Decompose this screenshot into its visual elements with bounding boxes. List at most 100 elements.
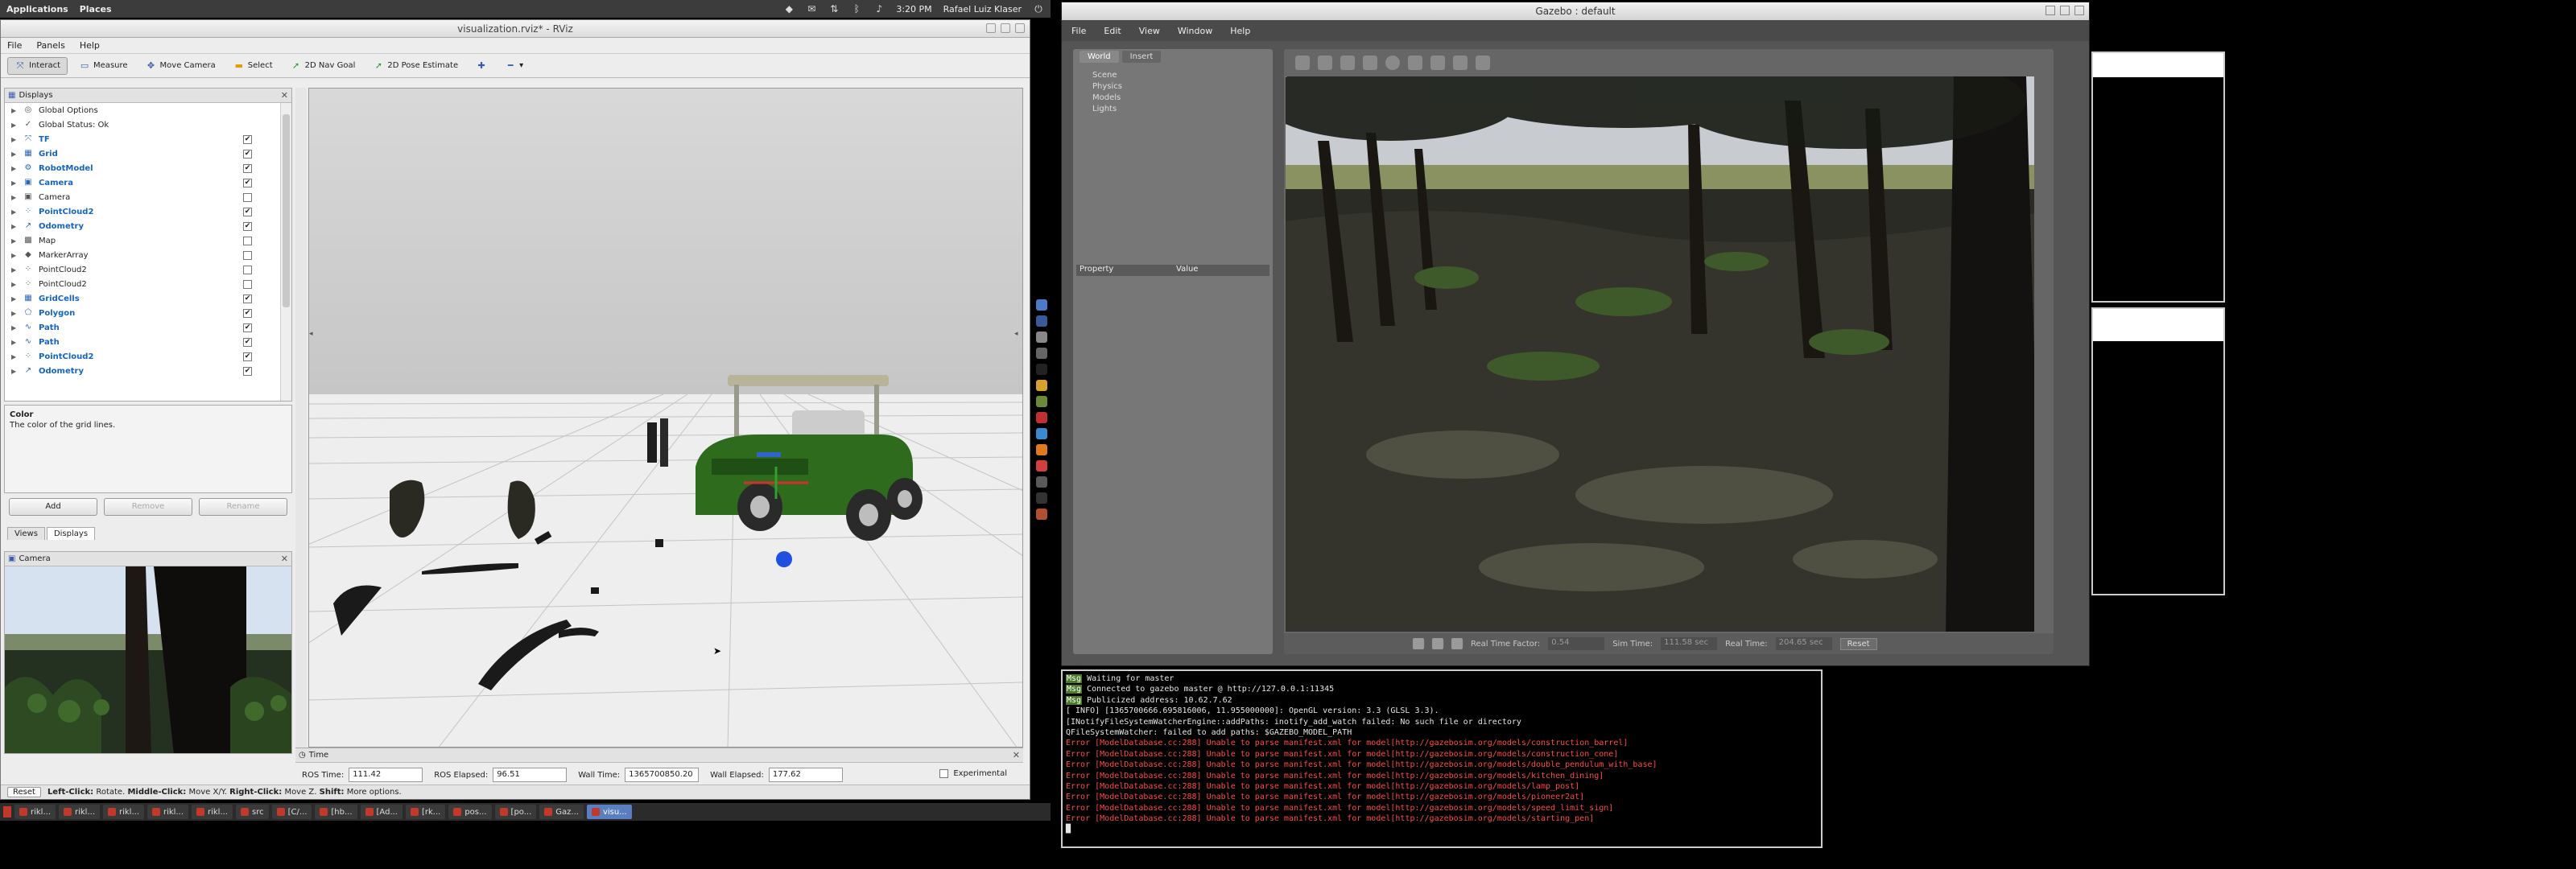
tab-world[interactable]: World	[1080, 51, 1119, 63]
ros-elapsed-field[interactable]: 96.51	[493, 768, 568, 782]
display-enabled-checkbox[interactable]: ✔	[243, 352, 252, 361]
gazebo-menu-view[interactable]: View	[1139, 26, 1160, 36]
taskbar-item[interactable]: Gaz...	[539, 805, 584, 819]
expand-arrow-icon[interactable]: ▶	[11, 208, 19, 216]
taskbar-item[interactable]: visu...	[586, 805, 632, 819]
launcher-monitor-icon[interactable]	[1036, 492, 1047, 504]
move-camera-tool-button[interactable]: ✥ Move Camera	[139, 58, 222, 74]
display-item[interactable]: ▶ ⤧ TF ✔	[5, 132, 280, 146]
launcher-terminal-icon[interactable]	[1036, 332, 1047, 343]
expand-arrow-icon[interactable]: ▶	[11, 237, 19, 245]
expand-arrow-icon[interactable]: ▶	[11, 179, 19, 187]
display-item[interactable]: ▶ ▣ Camera	[5, 190, 280, 204]
display-item[interactable]: ▶ ▦ Grid ✔	[5, 146, 280, 161]
experimental-toggle[interactable]: Experimental	[939, 769, 1007, 778]
expand-arrow-icon[interactable]: ▶	[11, 281, 19, 288]
expand-arrow-icon[interactable]: ▶	[11, 121, 19, 129]
display-enabled-checkbox[interactable]: ✔	[243, 134, 252, 144]
display-enabled-checkbox[interactable]: ✔	[243, 366, 252, 376]
close-icon[interactable]: ✕	[281, 554, 288, 564]
select-tool-button[interactable]: ▬ Select	[227, 58, 279, 74]
display-enabled-checkbox[interactable]	[243, 265, 252, 274]
taskbar-item[interactable]: rikl...	[192, 805, 233, 819]
expand-arrow-icon[interactable]: ▶	[11, 150, 19, 158]
collapse-right-icon[interactable]: ◂	[1014, 330, 1021, 346]
display-item[interactable]: ▶ ↗ Odometry ✔	[5, 219, 280, 233]
menu-file[interactable]: File	[7, 40, 22, 51]
taskbar-item[interactable]: rikl...	[59, 805, 100, 819]
display-item[interactable]: ▶ ⁘ PointCloud2	[5, 262, 280, 277]
launcher-globe-icon[interactable]	[1036, 315, 1047, 327]
expand-arrow-icon[interactable]: ▶	[11, 165, 19, 172]
display-item[interactable]: ▶ ✓ Global Status: Ok	[5, 117, 280, 132]
expand-arrow-icon[interactable]: ▶	[11, 194, 19, 201]
expand-arrow-icon[interactable]: ▶	[11, 353, 19, 360]
display-item[interactable]: ▶ ⁘ PointCloud2 ✔	[5, 349, 280, 364]
rotate-icon[interactable]	[1340, 56, 1355, 70]
maximize-button[interactable]	[1001, 23, 1010, 33]
launcher-app-icon[interactable]	[1036, 364, 1047, 375]
display-enabled-checkbox[interactable]: ✔	[243, 207, 252, 216]
gazebo-titlebar[interactable]: Gazebo : default	[1062, 2, 2089, 20]
display-enabled-checkbox[interactable]: ✔	[243, 178, 252, 187]
taskbar-item[interactable]: [hb...	[315, 805, 357, 819]
expand-arrow-icon[interactable]: ▶	[11, 310, 19, 317]
tree-item-scene[interactable]: Scene	[1092, 70, 1122, 81]
rename-button[interactable]: Rename	[199, 498, 287, 516]
gazebo-3d-view[interactable]: Real Time Factor: 0.54 Sim Time: 111.58 …	[1284, 49, 2054, 654]
add-button[interactable]: Add	[9, 498, 97, 516]
tab-insert[interactable]: Insert	[1121, 51, 1162, 63]
expand-arrow-icon[interactable]: ▶	[11, 136, 19, 143]
taskbar-item[interactable]: rikl...	[147, 805, 188, 819]
display-item[interactable]: ▶ ∿ Path ✔	[5, 335, 280, 349]
display-item[interactable]: ▶ ⚙ RobotModel ✔	[5, 161, 280, 175]
display-enabled-checkbox[interactable]	[243, 279, 252, 289]
measure-tool-button[interactable]: ▭ Measure	[72, 58, 134, 74]
terminal-window[interactable]: Msg Waiting for master Msg Connected to g…	[1061, 669, 1823, 848]
point-light-icon[interactable]	[1430, 56, 1445, 70]
close-icon[interactable]: ✕	[1013, 750, 1020, 760]
experimental-checkbox[interactable]	[939, 769, 949, 778]
expand-arrow-icon[interactable]: ▶	[11, 223, 19, 230]
display-item[interactable]: ▶ ▦ GridCells ✔	[5, 291, 280, 306]
expand-arrow-icon[interactable]: ▶	[11, 368, 19, 375]
display-enabled-checkbox[interactable]: ✔	[243, 337, 252, 347]
power-icon[interactable]: ⏻	[1033, 3, 1044, 14]
expand-arrow-icon[interactable]: ▶	[11, 252, 19, 259]
menu-panels[interactable]: Panels	[36, 40, 64, 51]
gazebo-menu-window[interactable]: Window	[1178, 26, 1212, 36]
cylinder-icon[interactable]	[1408, 56, 1422, 70]
tree-item-lights[interactable]: Lights	[1092, 104, 1122, 115]
minimize-button[interactable]	[986, 23, 996, 33]
launcher-camera-icon[interactable]	[1036, 348, 1047, 359]
taskbar-item[interactable]: [Ad...	[360, 805, 402, 819]
dock-splitter[interactable]	[295, 88, 307, 748]
volume-icon[interactable]: ♪	[873, 3, 885, 14]
collapse-left-icon[interactable]: ◂	[309, 330, 316, 346]
gazebo-scene[interactable]	[1286, 76, 2034, 632]
background-window[interactable]	[2091, 51, 2225, 303]
gazebo-menu-file[interactable]: File	[1071, 26, 1086, 36]
launcher-folder-icon[interactable]	[1036, 380, 1047, 391]
play-icon[interactable]	[1413, 638, 1424, 649]
display-item[interactable]: ▶ ◎ Global Options	[5, 103, 280, 117]
tab-displays[interactable]: Displays	[46, 527, 96, 540]
interact-tool-button[interactable]: ⤧ Interact	[7, 56, 68, 75]
display-enabled-checkbox[interactable]: ✔	[243, 294, 252, 303]
add-tool-button[interactable]: ✚	[469, 58, 493, 74]
close-button[interactable]	[2074, 6, 2084, 15]
nav-goal-tool-button[interactable]: ➚ 2D Nav Goal	[284, 58, 362, 74]
taskbar-item[interactable]: [po...	[494, 805, 537, 819]
display-enabled-checkbox[interactable]: ✔	[243, 163, 252, 173]
network-icon[interactable]: ⇅	[828, 3, 840, 14]
tree-item-physics[interactable]: Physics	[1092, 81, 1122, 93]
rviz-3d-scene[interactable]	[309, 89, 1023, 748]
taskbar-item[interactable]: pos...	[448, 805, 492, 819]
box-icon[interactable]	[1363, 56, 1377, 70]
places-menu[interactable]: Places	[80, 4, 112, 14]
background-window[interactable]	[2091, 307, 2225, 595]
launcher-gmail-icon[interactable]	[1036, 412, 1047, 423]
close-button[interactable]	[1015, 23, 1025, 33]
ros-time-field[interactable]: 111.42	[349, 768, 423, 782]
wall-time-field[interactable]: 1365700850.20	[625, 768, 700, 782]
